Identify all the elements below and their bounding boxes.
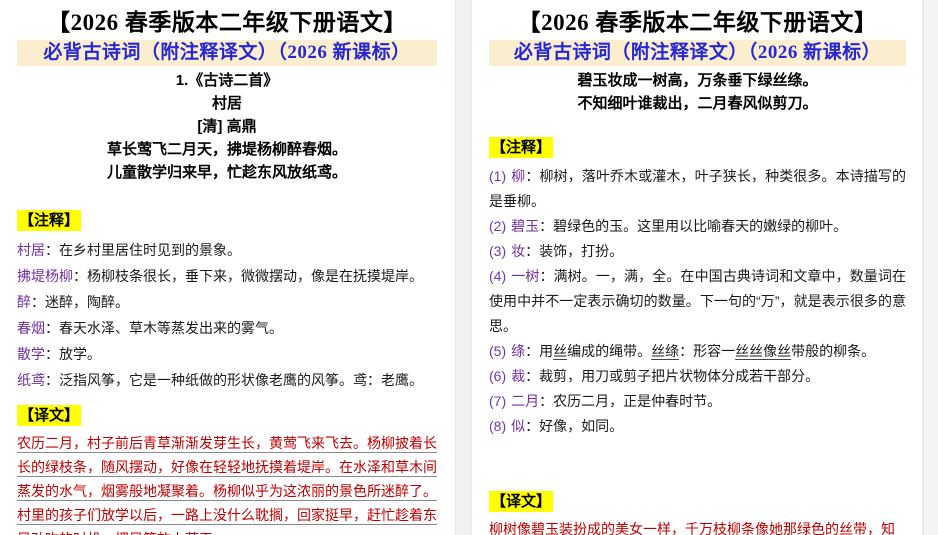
scrollbar-track[interactable] [923,0,938,535]
note-item: 醉：迷醉，陶醉。 [17,294,129,310]
note-number: (7) [489,393,507,409]
note-term: 醉 [17,294,31,310]
note-term: 绦 [511,343,526,359]
note-item: (4) 一树：满树。一，满，全。在中国古典诗词和文章中，数量词在使用中并不一定表示… [489,268,907,334]
note-text-underlined: 丝绦 [651,343,680,359]
note-text: 带般的柳条。 [791,343,876,359]
document-page-left[interactable]: 【2026 春季版本二年级下册语文】 必背古诗词（附注释译文）（2026 新课标… [0,0,456,535]
note-item: (7) 二月：农历二月，正是仲春时节。 [489,393,722,409]
note-term: 散学 [17,346,45,362]
notes-list: 村居：在乡村里居住时见到的景象。拂堤杨柳：杨柳枝条很长，垂下来，微微摆动，像是在… [17,237,437,393]
translation-paragraph: 农历二月，村子前后青草渐渐发芽生长，黄莺飞来飞去。杨柳披着长长的绿枝条，随风摆动… [17,435,437,535]
note-text: 农历二月，正是仲春时节。 [553,393,722,409]
note-number: (1) [489,168,507,184]
note-text: 柳树，落叶乔木或灌木，叶子狭长，种类很多。本诗描写的是垂柳。 [489,168,907,209]
note-text: 用 [539,343,554,359]
poem-line: 村居 [211,95,242,112]
note-text-underlined: 丝丝像丝 [735,343,792,359]
note-term: 拂堤杨柳 [17,268,73,284]
note-item: 纸鸢：泛指风筝，它是一种纸做的形状像老鹰的风筝。鸢：老鹰。 [17,372,423,388]
note-item: 村居：在乡村里居住时见到的景象。 [17,242,241,258]
poem-line: 不知细叶谁裁出，二月春风似剪刀。 [577,95,818,112]
note-text: 泛指风筝，它是一种纸做的形状像老鹰的风筝。鸢：老鹰。 [59,372,423,388]
note-number: (4) [489,268,507,284]
poem-line: 1.《古诗二首》 [175,72,279,89]
note-text: 编成的绳带。 [567,343,652,359]
notes-section-label: 【注释】 [489,137,554,158]
poem-block: 碧玉妆成一树高，万条垂下绿丝绦。 不知细叶谁裁出，二月春风似剪刀。 [489,69,906,115]
translation-label-row: 【译文】 [489,491,906,512]
note-term: 村居 [17,242,45,258]
note-text: 装饰，打扮。 [539,243,624,259]
note-text: 在乡村里居住时见到的景象。 [59,242,241,258]
note-item: (8) 似：好像，如同。 [489,418,624,434]
note-term: 似 [511,418,526,434]
document-page-right[interactable]: 【2026 春季版本二年级下册语文】 必背古诗词（附注释译文）（2026 新课标… [471,0,923,535]
poem-line: 儿童散学归来早，忙趁东风放纸鸢。 [106,164,347,181]
translation-section-label: 【译文】 [489,491,554,512]
note-term: 一树 [511,268,540,284]
note-term: 柳 [511,168,526,184]
note-term: 二月 [511,393,540,409]
translation-section-label: 【译文】 [17,405,82,426]
translation-paragraph: 柳树像碧玉装扮成的美女一样，千万枝柳条像她那绿色的丝带，知 [489,521,895,535]
notes-label-row: 【注释】 [489,137,906,158]
poem-line: 草长莺飞二月天，拂堤杨柳醉春烟。 [106,141,347,158]
note-text: ：形容一 [679,343,736,359]
note-term: 纸鸢 [17,372,45,388]
note-item: (1) 柳：柳树，落叶乔木或灌木，叶子狭长，种类很多。本诗描写的是垂柳。 [489,168,907,209]
note-term: 裁 [511,368,526,384]
translation-label-row: 【译文】 [17,405,437,426]
note-item: (2) 碧玉：碧绿色的玉。这里用以比喻春天的嫩绿的柳叶。 [489,218,848,234]
page-title: 【2026 春季版本二年级下册语文】 [517,10,878,35]
notes-list: (1) 柳：柳树，落叶乔木或灌木，叶子狭长，种类很多。本诗描写的是垂柳。 (2) 碧玉… [489,164,906,439]
poem-block: 1.《古诗二首》 村居 [清] 高鼎草长莺飞二月天，拂堤杨柳醉春烟。 儿童散学归来早，… [17,69,437,184]
note-item: 春烟：春天水泽、草木等蒸发出来的雾气。 [17,320,283,336]
note-number: (8) [489,418,507,434]
subtitle-banner: 必背古诗词（附注释译文）（2026 新课标） [17,40,437,66]
notes-label-row: 【注释】 [17,210,437,231]
note-number: (5) [489,343,507,359]
note-number: (6) [489,368,507,384]
note-term: 春烟 [17,320,45,336]
note-text: 放学。 [59,346,101,362]
note-item: (3) 妆：装饰，打扮。 [489,243,624,259]
note-text: 碧绿色的玉。这里用以比喻春天的嫩绿的柳叶。 [553,218,848,234]
note-text: 杨柳枝条很长，垂下来，微微摆动，像是在抚摸堤岸。 [87,268,423,284]
page-title: 【2026 春季版本二年级下册语文】 [47,10,407,35]
note-item: 散学：放学。 [17,346,101,362]
note-text: 春天水泽、草木等蒸发出来的雾气。 [59,320,283,336]
note-text-underlined: 丝 [553,343,568,359]
note-term: 碧玉 [511,218,540,234]
note-item: (5) 绦：用丝编成的绳带。丝绦：形容一丝丝像丝带般的柳条。 [489,343,876,359]
note-text: 满树。一，满，全。在中国古典诗词和文章中，数量词在使用中并不一定表示确切的数量。… [489,268,907,334]
poem-line: [清] 高鼎 [197,118,257,135]
note-number: (2) [489,218,507,234]
note-text: 好像，如同。 [539,418,624,434]
poem-line: 碧玉妆成一树高，万条垂下绿丝绦。 [577,72,818,89]
note-text: 迷醉，陶醉。 [45,294,129,310]
notes-section-label: 【注释】 [17,210,82,231]
note-item: (6) 裁：裁剪，用刀或剪子把片状物体分成若干部分。 [489,368,820,384]
subtitle-banner: 必背古诗词（附注释译文）（2026 新课标） [489,40,906,66]
note-text: 裁剪，用刀或剪子把片状物体分成若干部分。 [539,368,820,384]
note-term: 妆 [511,243,526,259]
note-item: 拂堤杨柳：杨柳枝条很长，垂下来，微微摆动，像是在抚摸堤岸。 [17,268,423,284]
note-number: (3) [489,243,507,259]
